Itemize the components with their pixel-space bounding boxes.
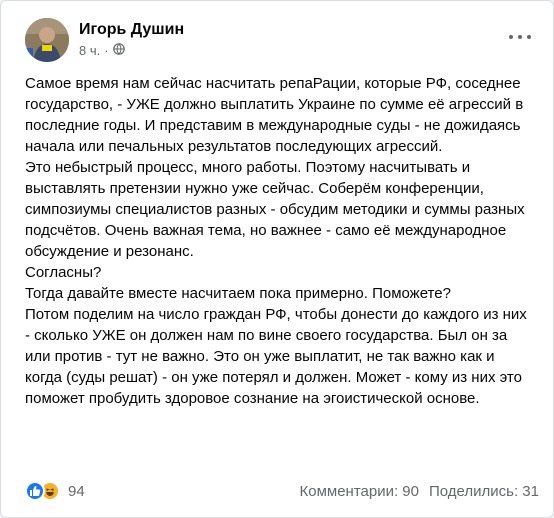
shares-count-link[interactable]: Поделились: 31 [429,483,539,500]
comments-count-link[interactable]: Комментарии: 90 [300,483,420,500]
reaction-icons [25,481,60,501]
post-paragraph: Самое время нам сейчас насчитать репаРац… [25,75,524,155]
author-avatar[interactable] [25,18,69,62]
post-text: Самое время нам сейчас насчитать репаРац… [25,73,535,409]
meta-separator: · [104,43,109,58]
post-header: Игорь Душин 8 ч. · [25,18,539,62]
like-icon [25,481,45,501]
reactions-summary[interactable]: 94 [25,481,85,501]
post-paragraph: Это небыстрый процесс, много работы. Поэ… [25,159,525,260]
post-meta: 8 ч. · [79,43,125,58]
post-paragraph: Тогда давайте вместе насчитаем пока прим… [25,285,451,302]
post-paragraph: Потом поделим на число граждан РФ, чтобы… [25,306,527,407]
post-time[interactable]: 8 ч. [79,43,100,58]
post-paragraph: Согласны? [25,264,102,281]
post-card: Игорь Душин 8 ч. · Самое время нам сейча… [0,0,554,518]
reaction-count: 94 [68,482,85,500]
globe-icon [112,43,125,58]
author-name[interactable]: Игорь Душин [79,21,184,39]
more-horizontal-icon[interactable] [509,30,531,44]
post-stats: Комментарии: 90 Поделились: 31 [300,483,540,500]
post-footer: 94 Комментарии: 90 Поделились: 31 [25,479,539,503]
